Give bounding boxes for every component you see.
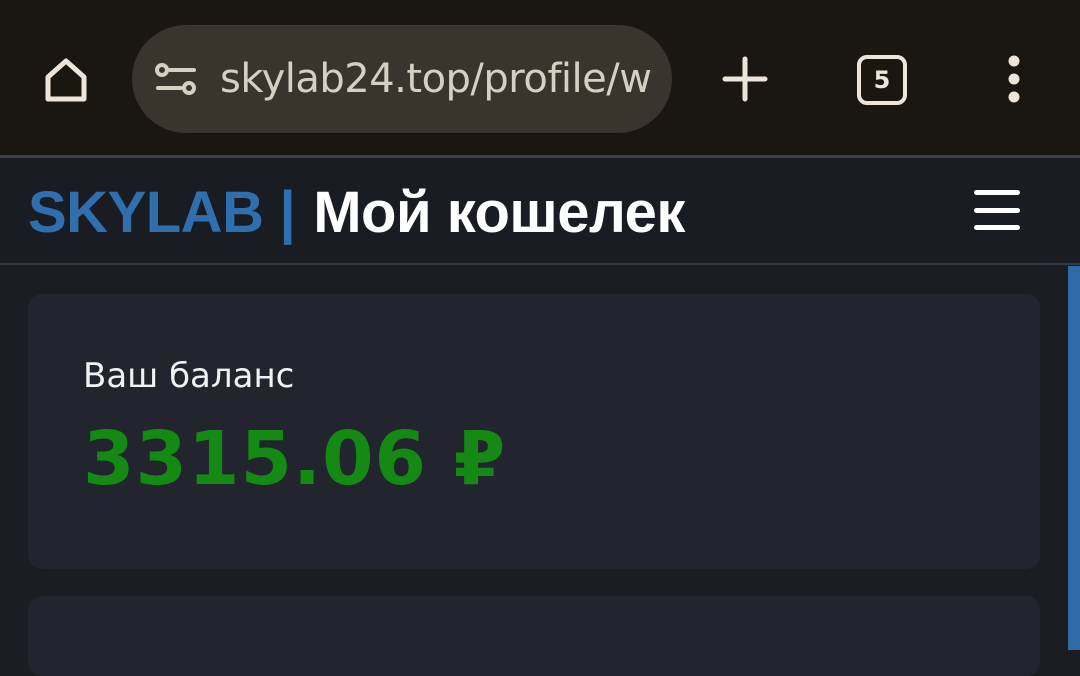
site-header: SKYLAB | Мой кошелек [0, 158, 1080, 265]
hamburger-icon[interactable] [974, 190, 1020, 230]
address-bar[interactable]: skylab24.top/profile/wallet [132, 25, 672, 133]
home-button[interactable] [36, 50, 96, 110]
kebab-menu-icon [1008, 55, 1020, 103]
scrollbar[interactable] [1068, 266, 1080, 650]
next-card [28, 596, 1040, 676]
browser-toolbar: skylab24.top/profile/wallet 5 [0, 0, 1080, 157]
hamburger-line [974, 207, 1020, 213]
brand-logo-text[interactable]: SKYLAB [28, 179, 264, 246]
balance-label: Ваш баланс [83, 356, 295, 396]
page-name: Мой кошелек [313, 179, 685, 245]
browser-menu-button[interactable] [990, 48, 1038, 110]
title-separator: | [279, 179, 296, 245]
balance-value: 3315.06 ₽ [83, 416, 507, 502]
page-title: SKYLAB | Мой кошелек [28, 179, 685, 246]
hamburger-line [974, 190, 1020, 195]
plus-icon [722, 56, 768, 102]
new-tab-button[interactable] [714, 48, 776, 110]
balance-card: Ваш баланс 3315.06 ₽ [28, 294, 1040, 569]
tab-switcher-button[interactable]: 5 [857, 55, 907, 105]
site-settings-icon[interactable] [152, 55, 200, 103]
hamburger-line [974, 225, 1020, 230]
url-text[interactable]: skylab24.top/profile/wallet [220, 56, 652, 102]
home-icon [45, 58, 87, 102]
